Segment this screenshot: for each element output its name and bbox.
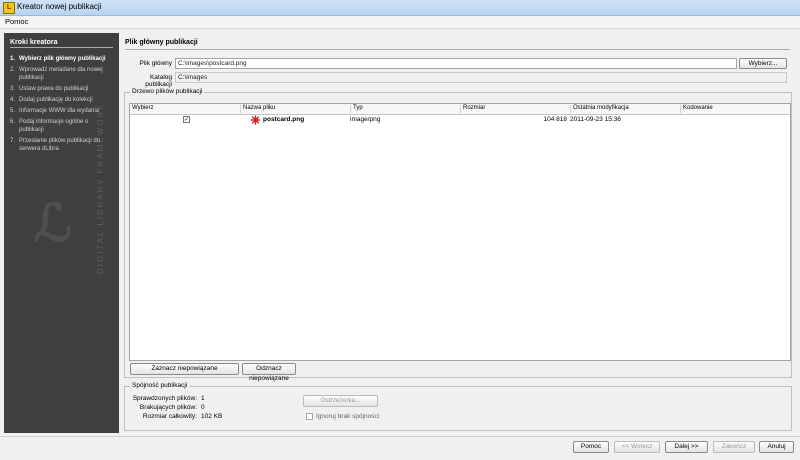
- row-filename: postcard.png: [263, 116, 305, 123]
- menu-help[interactable]: Pomoc: [5, 17, 28, 26]
- mark-unlinked-button[interactable]: Zaznacz niepowiązane: [130, 363, 239, 375]
- step-4: 4. Dodaj publikację do kolekcji: [10, 97, 93, 103]
- footer-bar: Pomoc << Wstecz Dalej >> Zakończ Anuluj: [0, 436, 800, 460]
- row-modified: 2011-09-23 15:36: [570, 116, 621, 123]
- ignore-consistency-checkbox[interactable]: [306, 413, 313, 420]
- step-2: 2. Wprowadź metadane dla nowej publikacji: [10, 67, 103, 81]
- step-1: 1. Wybierz plik główny publikacji: [10, 56, 106, 62]
- ignore-consistency-label: Ignoruj brak spójności: [316, 413, 380, 420]
- dlibra-logo-watermark: ℒ: [34, 193, 72, 254]
- help-button[interactable]: Pomoc: [573, 441, 609, 453]
- main-panel: Plik główny publikacji Plik główny C:\im…: [122, 36, 793, 433]
- col-filename[interactable]: Nazwa pliku: [240, 105, 350, 113]
- total-size-label: Rozmiar całkowity:: [142, 413, 197, 420]
- step-3: 3. Ustaw prawa do publikacji: [10, 86, 89, 92]
- consistency-group: Spójność publikacji Sprawdzonych plików:…: [124, 382, 792, 431]
- table-row[interactable]: ✓ postcard.png image/png 104 818 2011-09…: [130, 115, 790, 125]
- file-table-header: Wybierz Nazwa pliku Typ Rozmiar Ostatnia…: [130, 104, 790, 115]
- app-icon: L: [3, 2, 15, 14]
- step-6: 6. Podaj informacje ogólne o publikacji: [10, 119, 89, 133]
- unmark-unlinked-button[interactable]: Odznacz niepowiązane: [242, 363, 296, 382]
- col-size[interactable]: Rozmiar: [460, 105, 570, 113]
- steps-list: 1. Wybierz plik główny publikacji 2. Wprow…: [10, 55, 114, 156]
- row-type: image/png: [350, 116, 381, 123]
- checked-files-label: Sprawdzonych plików:: [132, 395, 197, 402]
- col-encoding[interactable]: Kodowanie: [680, 105, 790, 113]
- back-button[interactable]: << Wstecz: [614, 441, 660, 453]
- missing-files-value: 0: [201, 404, 205, 411]
- section-title: Plik główny publikacji: [125, 39, 198, 46]
- file-table: Wybierz Nazwa pliku Typ Rozmiar Ostatnia…: [129, 103, 791, 361]
- choose-file-button[interactable]: Wybierz...: [739, 58, 787, 69]
- file-tree-group: Drzewo plików publikacji Wybierz Nazwa p…: [124, 88, 792, 382]
- window-title: Kreator nowej publikacji: [17, 2, 102, 11]
- menu-bar: Pomoc: [0, 16, 800, 29]
- section-divider: [125, 49, 790, 50]
- step-5: 5. Informacje WWW dla wydania: [10, 108, 100, 114]
- row-checkbox[interactable]: ✓: [183, 116, 190, 123]
- row-size: 104 818: [543, 116, 568, 123]
- title-bar: L Kreator nowej publikacji: [0, 0, 800, 16]
- warnings-button[interactable]: Ostrzeżenia...: [303, 395, 378, 407]
- col-modified[interactable]: Ostatnia modyfikacja: [570, 105, 680, 113]
- total-size-value: 102 KB: [201, 413, 223, 420]
- main-file-field[interactable]: C:\images\postcard.png: [175, 58, 737, 69]
- col-select[interactable]: Wybierz: [130, 105, 240, 113]
- missing-files-label: Brakujących plików:: [139, 404, 197, 411]
- consistency-title: Spójność publikacji: [130, 382, 190, 389]
- catalog-field: C:\images: [175, 72, 787, 83]
- sidebar-title: Kroki kreatora: [10, 39, 113, 48]
- catalog-label: Katalog publikacji: [145, 74, 172, 88]
- file-tree-title: Drzewo plików publikacji: [130, 88, 205, 95]
- finish-button[interactable]: Zakończ: [713, 441, 755, 453]
- step-7: 7. Przesłanie plików publikacji do serwer…: [10, 138, 101, 152]
- cancel-button[interactable]: Anuluj: [759, 441, 794, 453]
- col-type[interactable]: Typ: [350, 105, 460, 113]
- next-button[interactable]: Dalej >>: [665, 441, 708, 453]
- checked-files-value: 1: [201, 395, 205, 402]
- wizard-steps-sidebar: ℒ DIGITAL LIBRARY FRAMEWORK Kroki kreato…: [4, 33, 119, 433]
- main-file-star-icon: [251, 115, 260, 125]
- main-file-label: Plik główny: [139, 60, 172, 67]
